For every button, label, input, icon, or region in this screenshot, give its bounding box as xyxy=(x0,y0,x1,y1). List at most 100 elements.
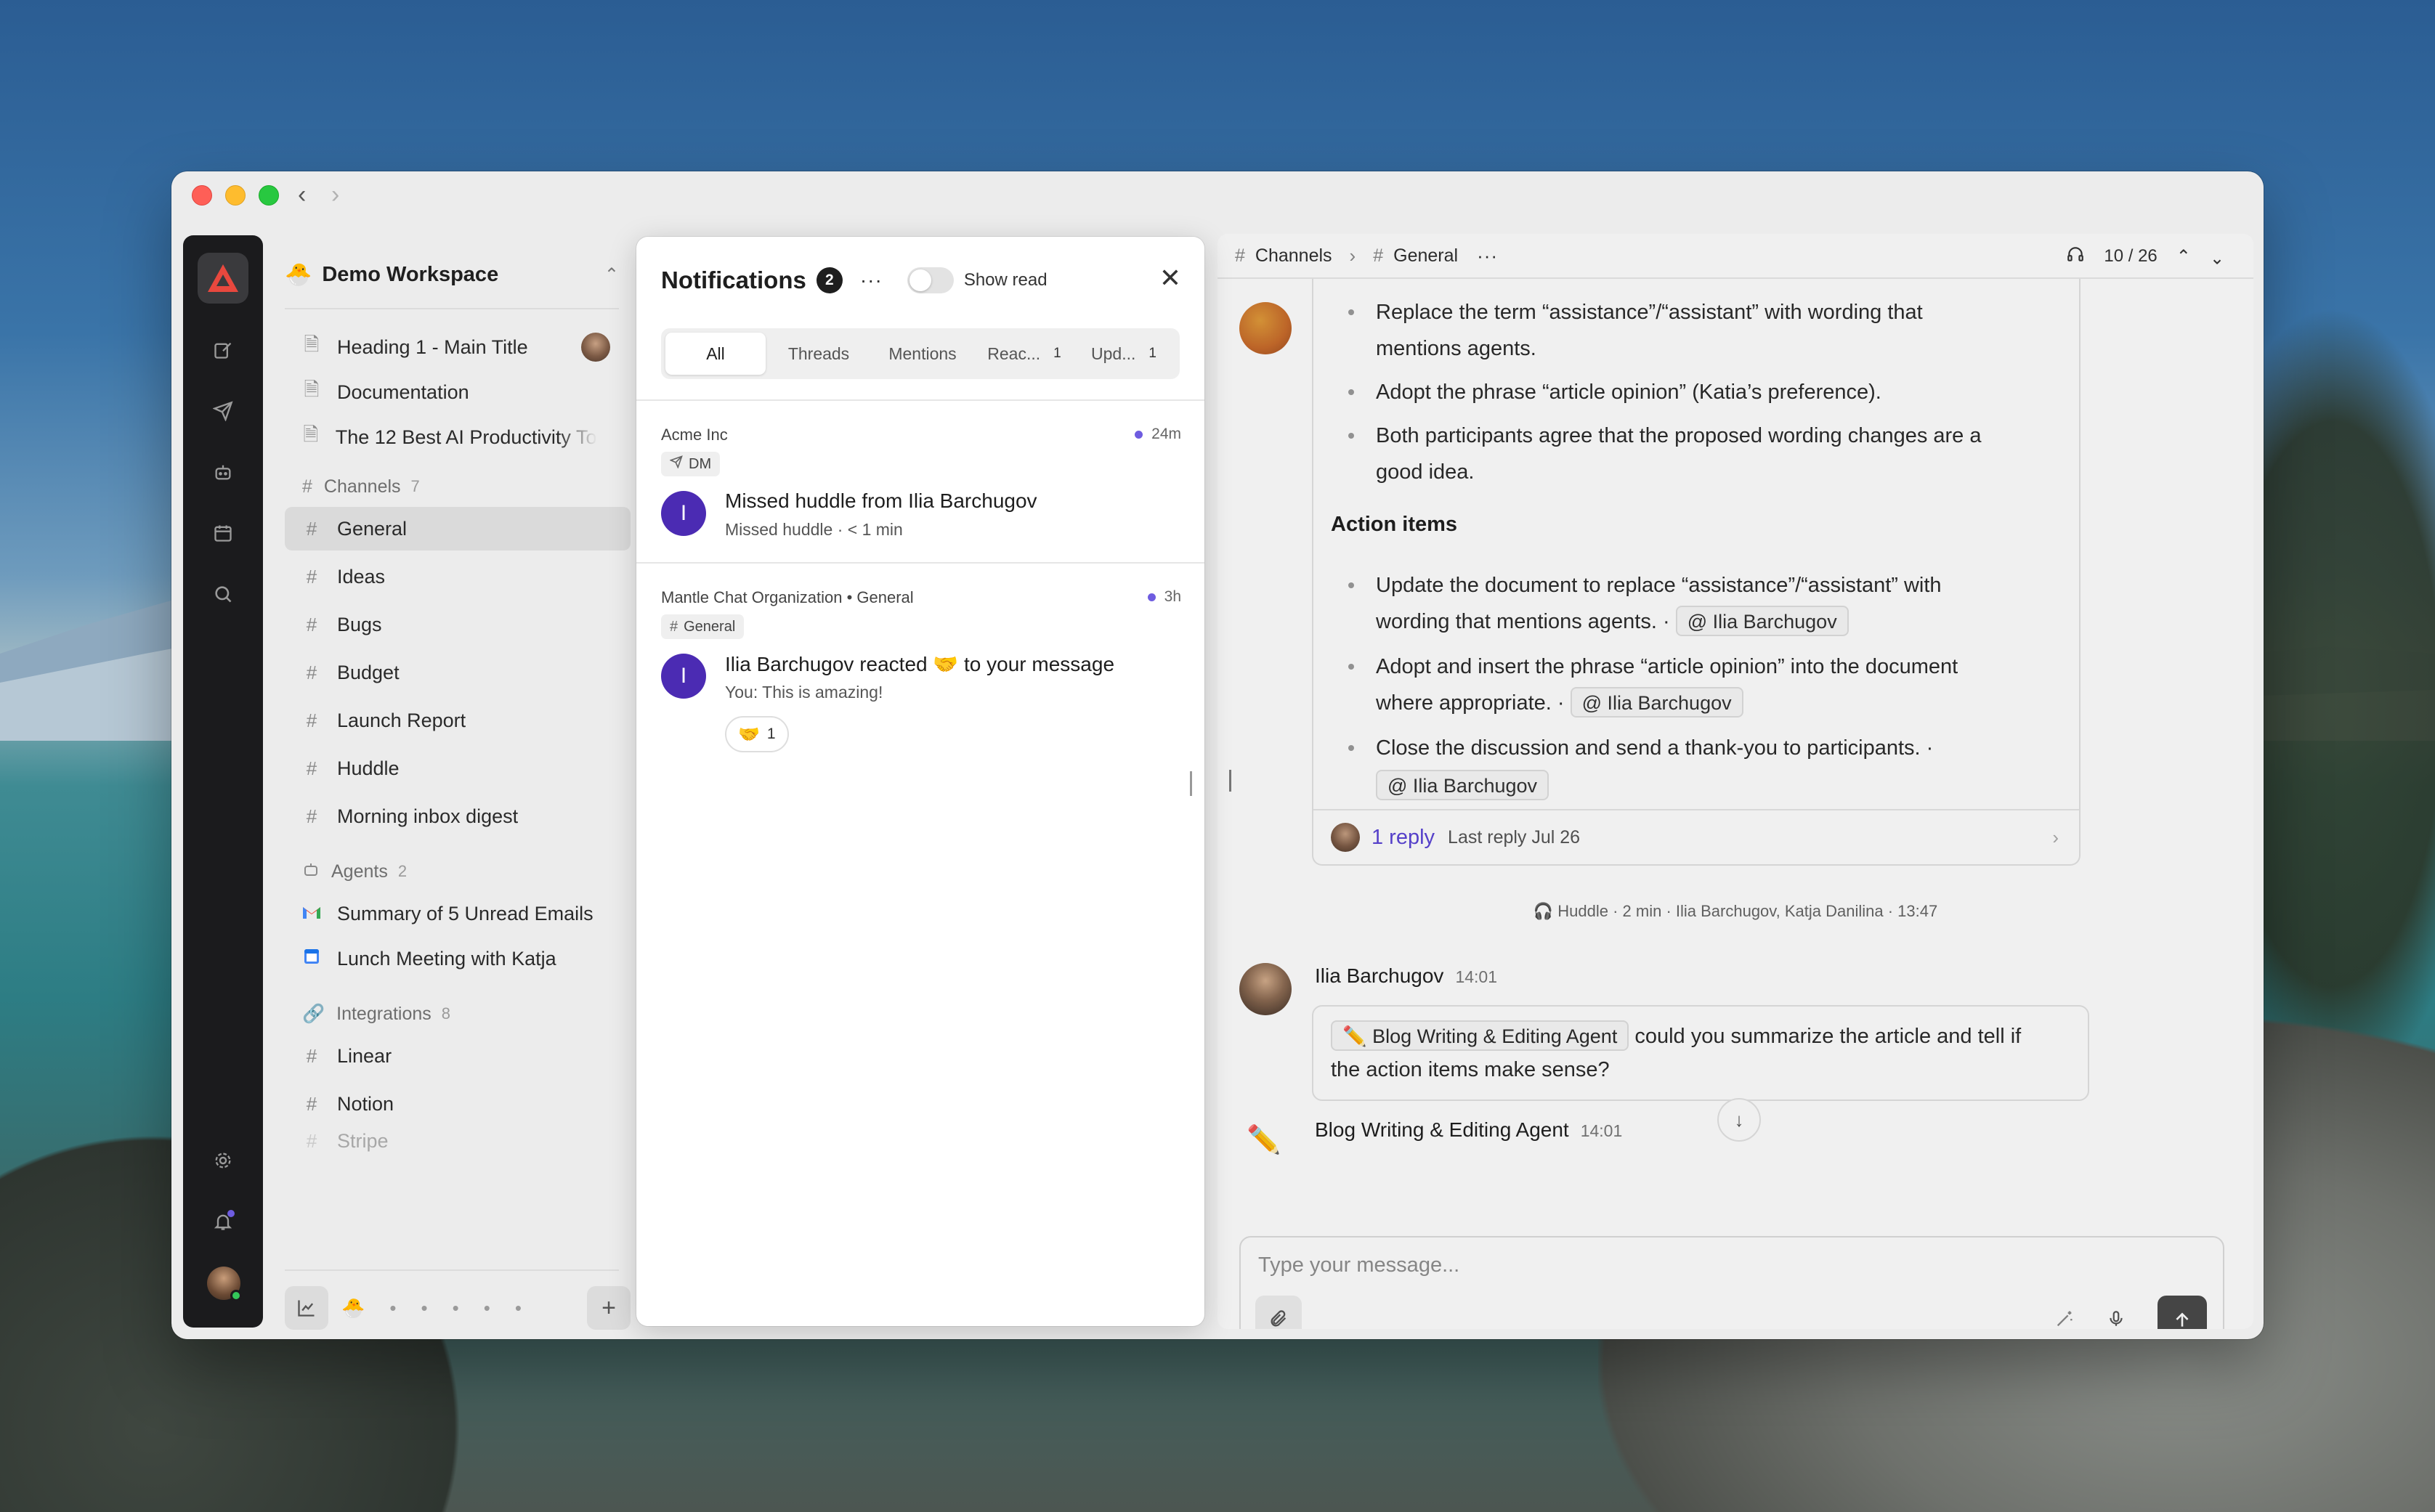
user-avatar[interactable] xyxy=(207,1267,242,1301)
sidebar-item-bugs[interactable]: # Bugs xyxy=(285,603,631,646)
sidebar-item-notion[interactable]: # Notion xyxy=(285,1082,631,1126)
tab-mentions[interactable]: Mentions xyxy=(872,333,973,375)
sidebar-item-budget[interactable]: # Budget xyxy=(285,651,631,694)
tab-all[interactable]: All xyxy=(665,333,766,375)
author-avatar[interactable] xyxy=(1239,963,1292,1015)
add-workspace-button[interactable]: + xyxy=(587,1286,631,1330)
channel-more-button[interactable]: ··· xyxy=(1477,245,1498,267)
reaction-count: 1 xyxy=(766,725,776,742)
send-icon[interactable] xyxy=(208,397,238,426)
close-icon[interactable]: ✕ xyxy=(1159,263,1181,293)
tab-updates[interactable]: Upd... 1 xyxy=(1075,333,1172,375)
reply-count-link[interactable]: 1 reply xyxy=(1372,826,1435,850)
sidebar-agent-item[interactable]: Summary of 5 Unread Emails xyxy=(285,892,631,935)
sidebar-doc-item[interactable]: 🗎 Documentation xyxy=(285,370,631,414)
microphone-icon[interactable] xyxy=(2107,1309,2126,1330)
huddle-event: 🎧 Huddle · 2 min · Ilia Barchugov, Katja… xyxy=(1218,902,2253,921)
search-icon[interactable] xyxy=(208,580,238,609)
composer-actions xyxy=(2054,1296,2207,1329)
unread-dot xyxy=(227,1210,235,1217)
notification-filter-tabs: All Threads Mentions Reac... 1 Upd... 1 xyxy=(661,328,1180,379)
minimize-window-button[interactable] xyxy=(225,185,246,206)
headphones-icon[interactable] xyxy=(2066,245,2085,269)
sidebar-item-stripe[interactable]: # Stripe xyxy=(285,1130,631,1155)
text-caret xyxy=(1229,770,1231,792)
chip-label: DM xyxy=(689,455,712,472)
sidebar-agent-item[interactable]: Lunch Meeting with Katja xyxy=(285,937,631,980)
thread-reply-bar[interactable]: 1 reply Last reply Jul 26 › xyxy=(1313,809,2079,864)
sidebar-item-linear[interactable]: # Linear xyxy=(285,1034,631,1078)
paperclip-icon[interactable] xyxy=(1255,1296,1302,1329)
bot-icon[interactable] xyxy=(208,458,238,487)
tab-reactions[interactable]: Reac... 1 xyxy=(973,333,1075,375)
notification-title: Missed huddle from Ilia Barchugov xyxy=(725,489,1037,512)
bell-icon[interactable] xyxy=(208,1207,238,1236)
hash-icon: # xyxy=(306,613,317,635)
workspace-dot[interactable]: • xyxy=(389,1297,396,1320)
author-name[interactable]: Blog Writing & Editing Agent xyxy=(1315,1118,1569,1141)
notification-subtitle: Missed huddle · < 1 min xyxy=(725,520,903,539)
integrations-section-header[interactable]: 🔗 Integrations 8 xyxy=(285,998,450,1030)
notification-item[interactable]: Acme Inc 24m DM I Missed huddle from Ili… xyxy=(661,426,1181,564)
channels-section-header[interactable]: # Channels 7 xyxy=(285,471,420,503)
forward-arrow-icon[interactable]: › xyxy=(331,182,339,208)
workspace-name: Demo Workspace xyxy=(322,262,499,286)
user-mention[interactable]: @ Ilia Barchugov xyxy=(1570,687,1743,718)
settings-gear-icon[interactable] xyxy=(208,1146,238,1175)
zoom-window-button[interactable] xyxy=(259,185,279,206)
message-input[interactable]: Type your message... xyxy=(1258,1253,1459,1277)
app-logo-icon[interactable] xyxy=(198,253,248,304)
sidebar-doc-item[interactable]: 🗎 Heading 1 - Main Title xyxy=(285,325,631,369)
sidebar-item-general[interactable]: # General xyxy=(285,507,631,550)
message-bubble: ✏️ Blog Writing & Editing Agent could you… xyxy=(1312,1005,2089,1101)
breadcrumb-general[interactable]: General xyxy=(1393,245,1458,267)
user-mention[interactable]: @ Ilia Barchugov xyxy=(1376,770,1549,800)
action-item-cont: wording that mentions agents. · @ Ilia B… xyxy=(1376,603,1849,641)
author-name[interactable]: Ilia Barchugov xyxy=(1315,964,1443,987)
scroll-to-bottom-button[interactable]: ↓ xyxy=(1717,1098,1761,1142)
back-arrow-icon[interactable]: ‹ xyxy=(298,182,306,208)
workspace-dot[interactable]: • xyxy=(484,1297,490,1320)
sender-avatar: I xyxy=(661,491,706,536)
action-item-cont: where appropriate. · @ Ilia Barchugov xyxy=(1376,684,1743,722)
notification-item[interactable]: Mantle Chat Organization • General 3h # … xyxy=(661,588,1181,770)
agents-section-header[interactable]: Agents 2 xyxy=(285,855,407,887)
workspace-emoji-icon[interactable]: 🐣 xyxy=(341,1297,365,1320)
tab-threads[interactable]: Threads xyxy=(766,333,872,375)
chevron-down-icon[interactable]: ⌃ xyxy=(2210,246,2224,267)
sidebar-doc-item[interactable]: 🗎 The 12 Best AI Productivity Tools xyxy=(285,415,597,459)
sidebar-item-label: Bugs xyxy=(337,613,382,635)
action-item: Update the document to replace “assistan… xyxy=(1348,566,1942,604)
sidebar-item-label: Linear xyxy=(337,1044,392,1067)
workspace-switcher[interactable]: 🐣 Demo Workspace ⌃ xyxy=(285,254,619,295)
sidebar-item-morning-inbox-digest[interactable]: # Morning inbox digest xyxy=(285,794,631,838)
send-button[interactable] xyxy=(2158,1296,2207,1329)
divider xyxy=(285,308,619,309)
show-read-toggle[interactable] xyxy=(907,267,954,293)
calendar-clock-icon[interactable] xyxy=(208,519,238,548)
workspace-dot[interactable]: • xyxy=(515,1297,522,1320)
tab-label: All xyxy=(706,344,725,363)
agent-mention[interactable]: ✏️ Blog Writing & Editing Agent xyxy=(1331,1020,1629,1051)
hash-icon: # xyxy=(670,618,678,635)
notifications-more-button[interactable]: ··· xyxy=(860,269,883,292)
close-window-button[interactable] xyxy=(192,185,212,206)
breadcrumb-channels[interactable]: Channels xyxy=(1255,245,1332,267)
chevron-up-icon[interactable]: ⌃ xyxy=(2176,246,2191,267)
workspace-dot[interactable]: • xyxy=(421,1297,427,1320)
workspace-dot[interactable]: • xyxy=(453,1297,459,1320)
compose-icon[interactable] xyxy=(208,336,238,365)
user-mention[interactable]: @ Ilia Barchugov xyxy=(1675,606,1849,636)
hash-icon: # xyxy=(1235,245,1245,266)
analytics-chart-icon[interactable] xyxy=(285,1286,328,1330)
reaction-pill[interactable]: 🤝 1 xyxy=(725,716,789,752)
handshake-emoji-icon: 🤝 xyxy=(738,724,760,744)
sidebar-item-launch-report[interactable]: # Launch Report xyxy=(285,699,631,742)
magic-wand-icon[interactable] xyxy=(2054,1309,2075,1330)
sidebar-item-huddle[interactable]: # Huddle xyxy=(285,747,631,790)
message-composer[interactable]: Type your message... xyxy=(1239,1236,2224,1329)
workspace-switcher-dots[interactable]: 🐣 • • • • • xyxy=(328,1297,587,1320)
scrollbar[interactable] xyxy=(1190,771,1192,796)
message-text: could you summarize the article and tell… xyxy=(1634,1025,2022,1048)
sidebar-item-ideas[interactable]: # Ideas xyxy=(285,555,631,598)
